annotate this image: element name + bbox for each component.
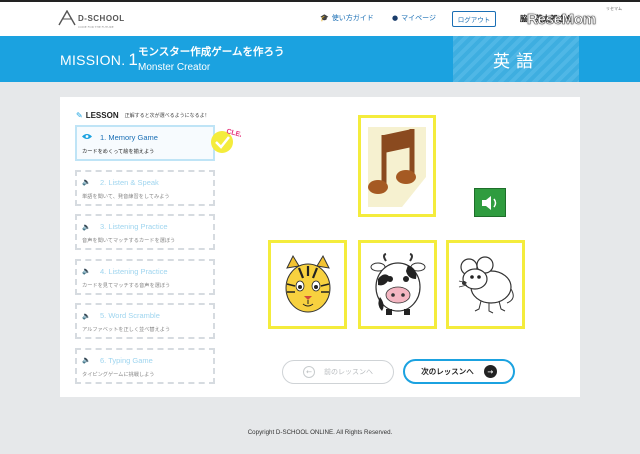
answer-card-3[interactable] [446,240,525,329]
lesson-heading: ✎ LESSON 正解すると次が選べるようになるよ！ [76,111,210,120]
prev-lesson-label: 前のレッスンへ [324,368,373,376]
speaker-icon: 🔈 [82,356,91,364]
mission-title: モンスター作成ゲームを作ろう [138,46,285,58]
lesson-title: 5. Word Scramble [100,311,160,320]
clear-badge-icon: CLEAR! [211,128,241,153]
lesson-desc: 単語を聞いて、発音練習をしてみよう [82,193,170,200]
question-card [358,115,436,217]
subject-label: 英語 [453,36,579,82]
speaker-icon: 🔈 [82,222,91,231]
lesson-heading-label: LESSON [85,111,119,120]
speaker-icon: 🔈 [82,311,91,320]
graduation-cap-icon: 🎓 [320,14,329,22]
lesson-desc: カードを見てマッチする音声を選ぼう [82,282,171,289]
lesson-desc: カードをめくって絵を揃えよう [82,149,155,155]
lesson-list: 1. Memory Game カードをめくって絵を揃えよう CLEAR! 🔈 2… [75,125,241,392]
prev-lesson-button[interactable]: ← 前のレッスンへ [282,360,394,384]
cow-icon [370,252,425,315]
logout-button[interactable]: ログアウト [452,11,496,27]
mission-banner: MISSION. 1 モンスター作成ゲームを作ろう Monster Creator… [0,36,640,82]
lesson-hint: 正解すると次が選べるようになるよ！ [124,113,210,119]
lesson-item-3[interactable]: 🔈 3. Listening Practice 音声を聞いてマッチするカードを選… [75,214,215,250]
lesson-title: 1. Memory Game [100,133,158,142]
eye-icon [82,133,94,142]
lesson-desc: 音声を聞いてマッチするカードを選ぼう [82,238,176,244]
lesson-panel: ✎ LESSON 正解すると次が選べるようになるよ！ 1. Memory Gam… [60,97,580,397]
pencil-icon: ✎ [76,111,83,120]
answer-card-2[interactable] [358,240,437,329]
nav-guide-label: 使い方ガイド [331,14,374,22]
arrow-right-icon: → [483,365,497,378]
copyright-text: Copyright D-SCHOOL ONLINE. All Rights Re… [247,429,393,436]
mission-subtitle: Monster Creator [138,62,211,73]
speaker-icon: 🔈 [82,267,91,275]
play-sound-button[interactable] [474,188,506,217]
logo-mark-icon [58,10,76,26]
mission-number: 1 [128,50,139,69]
arrow-left-icon: ← [303,366,315,378]
mouse-icon [458,255,514,313]
resemom-watermark-kana: リセマム [606,6,622,11]
lesson-title: 4. Listening Practice [100,266,168,276]
user-icon: ● [392,14,399,22]
lesson-desc: アルファベットを正しく並べ替えよう [82,327,171,333]
next-lesson-button[interactable]: 次のレッスンへ → [403,359,515,384]
speaker-icon: 🔈 [82,178,91,186]
lesson-title: 2. Listen & Speak [100,177,159,187]
lesson-item-5[interactable]: 🔈 5. Word Scramble アルファベットを正しく並べ替えよう [75,303,215,339]
resemom-watermark: ReseMom [527,11,597,29]
volume-icon [482,195,497,210]
top-header: D-SCHOOL CODE FOR THE FUTURE 🎓 使い方ガイド ● … [0,0,640,36]
lesson-title: 3. Listening Practice [100,222,168,231]
lesson-item-2[interactable]: 🔈 2. Listen & Speak 単語を聞いて、発音練習をしてみよう [75,169,215,206]
lesson-item-4[interactable]: 🔈 4. Listening Practice カードを見てマッチする音声を選ぼ… [75,258,215,295]
lesson-item-1[interactable]: 1. Memory Game カードをめくって絵を揃えよう CLEAR! [75,125,241,161]
d-school-logo[interactable]: D-SCHOOL CODE FOR THE FUTURE [58,10,125,29]
tiger-icon [285,254,330,312]
nav-guide-link[interactable]: 🎓 使い方ガイド [320,13,374,23]
mission-label: MISSION. 1 [60,50,138,70]
nav-mypage-link[interactable]: ● マイページ [392,13,436,23]
lesson-desc: タイピングゲームに挑戦しよう [82,371,155,378]
nav-mypage-label: マイページ [401,14,436,22]
logo-tagline: CODE FOR THE FUTURE [78,25,114,29]
music-note-icon [368,127,426,207]
lesson-title: 6. Typing Game [100,355,153,365]
next-lesson-label: 次のレッスンへ [421,367,474,376]
lesson-item-6[interactable]: 🔈 6. Typing Game タイピングゲームに挑戦しよう [75,347,215,384]
mission-label-text: MISSION. [60,52,126,68]
logo-text: D-SCHOOL [78,13,125,23]
answer-card-1[interactable] [268,240,347,329]
